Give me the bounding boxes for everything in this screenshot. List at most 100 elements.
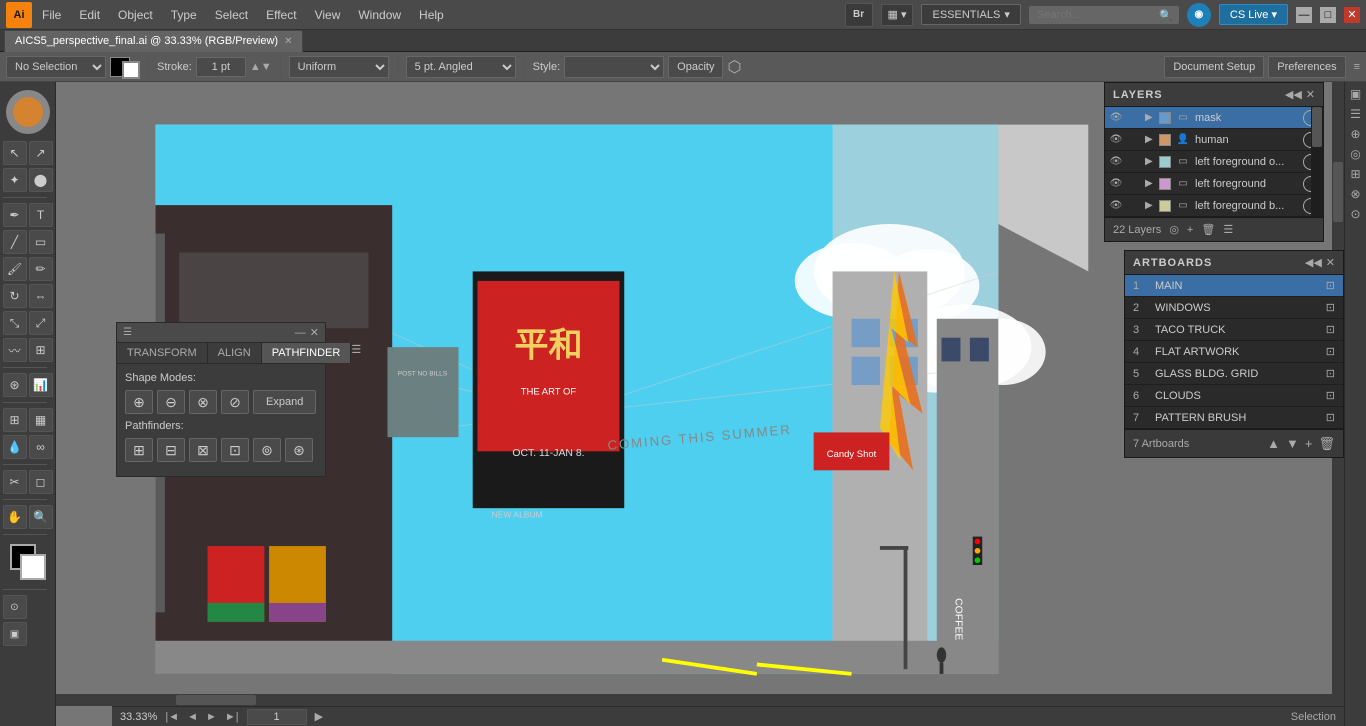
go-first-btn[interactable]: |◄ <box>165 711 179 723</box>
stroke-input[interactable] <box>196 57 246 77</box>
blend-tool[interactable]: ∞ <box>29 435 53 459</box>
layer-options-btn[interactable]: ☰ <box>1223 223 1233 236</box>
artboard-row-1[interactable]: 1 MAIN ⊡ <box>1125 275 1343 297</box>
go-prev-btn[interactable]: ◄ <box>187 711 198 723</box>
selection-dropdown[interactable]: No Selection <box>6 56 106 78</box>
background-swatch[interactable] <box>20 554 46 580</box>
divide-btn[interactable]: ⊞ <box>125 438 153 462</box>
rectangle-tool[interactable]: ▭ <box>29 230 53 254</box>
layer-row-human[interactable]: 👁 ▶ 👤 human <box>1105 129 1323 151</box>
layers-panel-collapse[interactable]: ◀◀ <box>1285 88 1302 101</box>
layer-expand-arrow[interactable]: ▶ <box>1145 156 1155 167</box>
close-button[interactable]: ✕ <box>1344 7 1360 23</box>
eraser-tool[interactable]: ◻ <box>29 470 53 494</box>
menu-select[interactable]: Select <box>207 4 256 26</box>
opacity-button[interactable]: Opacity <box>668 56 723 78</box>
artboard-input[interactable] <box>247 709 307 725</box>
layer-expand-arrow[interactable]: ▶ <box>1145 112 1155 123</box>
menu-object[interactable]: Object <box>110 4 161 26</box>
panel-options-icon[interactable]: ≡ <box>1354 61 1360 73</box>
minus-front-btn[interactable]: ⊖ <box>157 390 185 414</box>
right-strip-btn-1[interactable]: ▣ <box>1348 86 1364 102</box>
paintbrush-tool[interactable]: 🖌 <box>3 257 27 281</box>
right-strip-btn-2[interactable]: ☰ <box>1348 106 1364 122</box>
style-dropdown[interactable] <box>564 56 664 78</box>
menu-edit[interactable]: Edit <box>71 4 108 26</box>
panel-menu-icon[interactable]: ☰ <box>351 343 361 363</box>
artboard-row-7[interactable]: 7 PATTERN BRUSH ⊡ <box>1125 407 1343 429</box>
artboard-move-down-btn[interactable]: ▼ <box>1286 436 1299 451</box>
artboard-delete-btn[interactable]: 🗑 <box>1318 436 1335 452</box>
h-scroll-thumb[interactable] <box>176 695 256 705</box>
column-graph-tool[interactable]: 📊 <box>29 373 53 397</box>
add-layer-btn[interactable]: + <box>1187 224 1193 236</box>
right-strip-btn-5[interactable]: ⊞ <box>1348 166 1364 182</box>
layers-scrollbar[interactable] <box>1311 107 1323 217</box>
direct-selection-tool[interactable]: ↗ <box>29 141 53 165</box>
layer-row-left-fg-o[interactable]: 👁 ▶ ▭ left foreground o... <box>1105 151 1323 173</box>
artboard-row-2[interactable]: 2 WINDOWS ⊡ <box>1125 297 1343 319</box>
tab-pathfinder[interactable]: PATHFINDER <box>262 343 352 363</box>
layers-panel-close[interactable]: ✕ <box>1306 88 1315 101</box>
selection-tool[interactable]: ↖ <box>3 141 27 165</box>
artboards-panel-close[interactable]: ✕ <box>1326 256 1335 269</box>
go-next-btn[interactable]: ► <box>206 711 217 723</box>
layer-eye-icon[interactable]: 👁 <box>1109 133 1123 147</box>
layer-eye-icon[interactable]: 👁 <box>1109 177 1123 191</box>
view-mode-button[interactable]: ▦ ▾ <box>881 4 914 26</box>
artboard-row-4[interactable]: 4 FLAT ARTWORK ⊡ <box>1125 341 1343 363</box>
shear-tool[interactable]: ⤢ <box>29 311 53 335</box>
exclude-btn[interactable]: ⊘ <box>221 390 249 414</box>
stroke-uniform-dropdown[interactable]: Uniform <box>289 56 389 78</box>
layer-lock-icon[interactable] <box>1127 111 1141 125</box>
menu-effect[interactable]: Effect <box>258 4 304 26</box>
preferences-button[interactable]: Preferences <box>1268 56 1345 78</box>
pencil-tool[interactable]: ✏ <box>29 257 53 281</box>
artboard-forward-btn[interactable]: ▶ <box>315 710 323 723</box>
trim-btn[interactable]: ⊟ <box>157 438 185 462</box>
document-tab[interactable]: AICS5_perspective_final.ai @ 33.33% (RGB… <box>4 30 303 52</box>
menu-window[interactable]: Window <box>350 4 409 26</box>
right-strip-btn-3[interactable]: ⊕ <box>1348 126 1364 142</box>
eyedropper-tool[interactable]: 💧 <box>3 435 27 459</box>
intersect-btn[interactable]: ⊗ <box>189 390 217 414</box>
document-setup-button[interactable]: Document Setup <box>1164 56 1264 78</box>
artboards-panel-collapse[interactable]: ◀◀ <box>1305 256 1322 269</box>
hand-tool[interactable]: ✋ <box>3 505 27 529</box>
artboard-row-6[interactable]: 6 CLOUDS ⊡ <box>1125 385 1343 407</box>
right-strip-btn-7[interactable]: ⊙ <box>1348 206 1364 222</box>
layer-row-mask[interactable]: 👁 ▶ ▭ mask <box>1105 107 1323 129</box>
bridge-button[interactable]: Br <box>845 3 873 27</box>
opacity-icon[interactable]: ⬡ <box>727 57 741 77</box>
pen-tool[interactable]: ✒ <box>3 203 27 227</box>
layer-lock-icon[interactable] <box>1127 155 1141 169</box>
zoom-tool[interactable]: 🔍 <box>29 505 53 529</box>
stroke-unit-spinner[interactable]: ▲▼ <box>250 61 272 73</box>
magic-wand-tool[interactable]: ✦ <box>3 168 27 192</box>
outline-btn[interactable]: ⊚ <box>253 438 281 462</box>
layers-scroll-thumb[interactable] <box>1312 107 1322 147</box>
menu-file[interactable]: File <box>34 4 69 26</box>
layer-expand-arrow[interactable]: ▶ <box>1145 200 1155 211</box>
gradient-tool[interactable]: ▦ <box>29 408 53 432</box>
right-strip-btn-4[interactable]: ◎ <box>1348 146 1364 162</box>
merge-btn[interactable]: ⊠ <box>189 438 217 462</box>
tab-align[interactable]: ALIGN <box>208 343 262 363</box>
panel-close-icon[interactable]: ✕ <box>310 326 319 339</box>
document-navigator[interactable] <box>6 90 50 134</box>
rotate-tool[interactable]: ↻ <box>3 284 27 308</box>
layer-row-left-fg-b[interactable]: 👁 ▶ ▭ left foreground b... <box>1105 195 1323 217</box>
artboard-row-3[interactable]: 3 TACO TRUCK ⊡ <box>1125 319 1343 341</box>
mesh-tool[interactable]: ⊞ <box>3 408 27 432</box>
lasso-tool[interactable]: ⬤ <box>29 168 53 192</box>
unite-btn[interactable]: ⊕ <box>125 390 153 414</box>
scale-tool[interactable]: ⤡ <box>3 311 27 335</box>
layer-lock-icon[interactable] <box>1127 177 1141 191</box>
screen-mode-btn[interactable]: ▣ <box>3 622 27 646</box>
menu-help[interactable]: Help <box>411 4 452 26</box>
artboard-row-5[interactable]: 5 GLASS BLDG. GRID ⊡ <box>1125 363 1343 385</box>
layer-lock-icon[interactable] <box>1127 199 1141 213</box>
menu-type[interactable]: Type <box>163 4 205 26</box>
make-selection-btn[interactable]: ◎ <box>1169 223 1179 236</box>
tab-close-button[interactable]: ✕ <box>284 36 292 47</box>
